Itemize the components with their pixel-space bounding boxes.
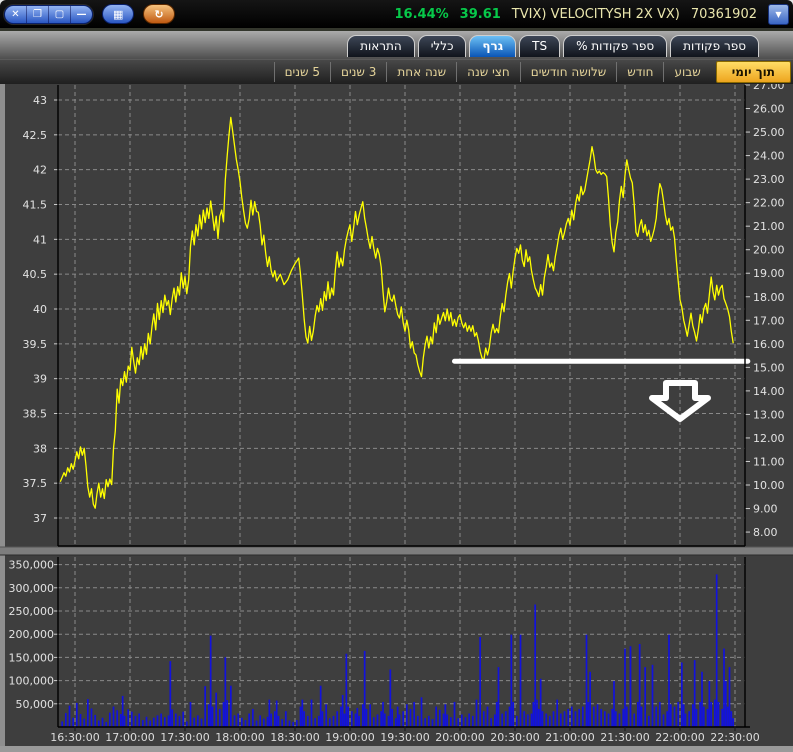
svg-text:18:00:00: 18:00:00	[215, 731, 264, 744]
change-percent: 16.44%	[394, 6, 449, 22]
svg-text:20:00:00: 20:00:00	[435, 731, 484, 744]
period-5-years[interactable]: 5 שנים	[273, 62, 330, 82]
svg-text:43: 43	[33, 94, 47, 107]
svg-text:38.5: 38.5	[23, 408, 48, 421]
svg-text:150,000: 150,000	[9, 651, 55, 664]
layout-button[interactable]: ▦	[102, 4, 135, 24]
svg-text:10.00: 10.00	[753, 479, 785, 492]
svg-text:37.5: 37.5	[23, 477, 48, 490]
svg-text:17.00: 17.00	[753, 314, 785, 327]
svg-text:8.00: 8.00	[753, 526, 778, 539]
charts-canvas[interactable]: 4342.54241.54140.54039.53938.53837.53727…	[0, 0, 793, 752]
security-dropdown-button[interactable]: ▼	[768, 3, 789, 25]
maximize-button[interactable]: ▢	[49, 5, 71, 23]
left-frame	[0, 84, 5, 746]
svg-text:21.00: 21.00	[753, 220, 785, 233]
tab-alerts[interactable]: התראות	[347, 35, 415, 57]
svg-text:50,000: 50,000	[16, 698, 55, 711]
svg-text:300,000: 300,000	[9, 582, 55, 595]
svg-text:13.00: 13.00	[753, 408, 785, 421]
svg-text:41.5: 41.5	[23, 199, 48, 212]
svg-text:250,000: 250,000	[9, 605, 55, 618]
tab-orderbook[interactable]: ספר פקודות	[670, 35, 759, 57]
svg-text:22:30:00: 22:30:00	[710, 731, 759, 744]
tab-orderbook-pct[interactable]: ספר פקודות %	[563, 35, 668, 57]
restore-icon: ❐	[33, 8, 42, 20]
period-half-year[interactable]: חצי שנה	[456, 62, 520, 82]
svg-text:11.00: 11.00	[753, 455, 785, 468]
svg-text:19:00:00: 19:00:00	[325, 731, 374, 744]
bottom-frame	[0, 746, 793, 752]
tab-ts[interactable]: TS	[519, 35, 561, 57]
svg-text:9.00: 9.00	[753, 503, 778, 516]
svg-text:42: 42	[33, 164, 47, 177]
tab-general[interactable]: כללי	[417, 35, 467, 57]
svg-text:14.00: 14.00	[753, 385, 785, 398]
svg-text:24.00: 24.00	[753, 150, 785, 163]
period-intraday[interactable]: תוך יומי	[715, 61, 791, 83]
svg-text:19:30:00: 19:30:00	[380, 731, 429, 744]
period-month[interactable]: חודש	[616, 62, 663, 82]
svg-text:22.00: 22.00	[753, 197, 785, 210]
svg-text:38: 38	[33, 442, 47, 455]
chevron-down-icon: ▼	[775, 9, 782, 19]
refresh-icon: ↻	[154, 7, 164, 21]
restore-button[interactable]: ❐	[27, 5, 49, 23]
layout-icon: ▦	[113, 7, 124, 21]
close-button[interactable]: ✕	[5, 5, 27, 23]
svg-text:22:00:00: 22:00:00	[655, 731, 704, 744]
svg-text:26.00: 26.00	[753, 103, 785, 116]
svg-text:39.5: 39.5	[23, 338, 48, 351]
svg-text:16.00: 16.00	[753, 338, 785, 351]
chart-divider[interactable]	[0, 547, 793, 555]
svg-text:42.5: 42.5	[23, 129, 48, 142]
svg-text:40.5: 40.5	[23, 268, 48, 281]
svg-text:41: 41	[33, 233, 47, 246]
svg-text:21:30:00: 21:30:00	[600, 731, 649, 744]
svg-text:17:30:00: 17:30:00	[160, 731, 209, 744]
maximize-icon: ▢	[54, 8, 65, 20]
svg-text:19.00: 19.00	[753, 267, 785, 280]
trading-app-window: 43 42.5 42 41.5 41 40.5 40 39.5 39 38.5 38 37.5 37 27…	[0, 0, 793, 752]
refresh-button[interactable]: ↻	[143, 4, 175, 24]
svg-text:15.00: 15.00	[753, 361, 785, 374]
period-bar: 5 שנים 3 שנים שנה אחת חצי שנה שלושה חודש…	[0, 59, 793, 84]
last-price: 39.61	[459, 6, 501, 22]
security-name: TVIX) VELOCITYSH 2X VX)	[511, 6, 680, 22]
titlebar: ✕ ❐ ▢ — ▦ ↻ 16.44% 39.61 TVIX) VELOCITYS…	[0, 0, 793, 28]
svg-text:16:30:00: 16:30:00	[50, 731, 99, 744]
svg-text:20:30:00: 20:30:00	[490, 731, 539, 744]
svg-text:39: 39	[33, 373, 47, 386]
security-id: 70361902	[690, 6, 757, 22]
minimize-icon: —	[76, 8, 87, 20]
quote-summary: 16.44% 39.61 TVIX) VELOCITYSH 2X VX) 703…	[394, 3, 789, 25]
tab-graph[interactable]: גרף	[469, 35, 517, 57]
svg-text:23.00: 23.00	[753, 173, 785, 186]
svg-text:20.00: 20.00	[753, 244, 785, 257]
svg-text:350,000: 350,000	[9, 559, 55, 572]
period-three-months[interactable]: שלושה חודשים	[519, 62, 617, 82]
svg-text:17:00:00: 17:00:00	[105, 731, 154, 744]
svg-text:18:30:00: 18:30:00	[270, 731, 319, 744]
window-controls: ✕ ❐ ▢ —	[4, 4, 93, 24]
svg-text:37: 37	[33, 512, 47, 525]
svg-text:21:00:00: 21:00:00	[545, 731, 594, 744]
tab-strip: התראות כללי גרף TS ספר פקודות % ספר פקוד…	[0, 28, 793, 59]
close-icon: ✕	[11, 8, 20, 20]
svg-text:18.00: 18.00	[753, 291, 785, 304]
svg-text:25.00: 25.00	[753, 126, 785, 139]
minimize-button[interactable]: —	[71, 6, 92, 23]
period-3-years[interactable]: 3 שנים	[329, 62, 386, 82]
svg-text:40: 40	[33, 303, 47, 316]
period-one-year[interactable]: שנה אחת	[386, 62, 456, 82]
period-week[interactable]: שבוע	[663, 62, 710, 82]
svg-text:200,000: 200,000	[9, 628, 55, 641]
svg-text:12.00: 12.00	[753, 432, 785, 445]
svg-text:100,000: 100,000	[9, 675, 55, 688]
